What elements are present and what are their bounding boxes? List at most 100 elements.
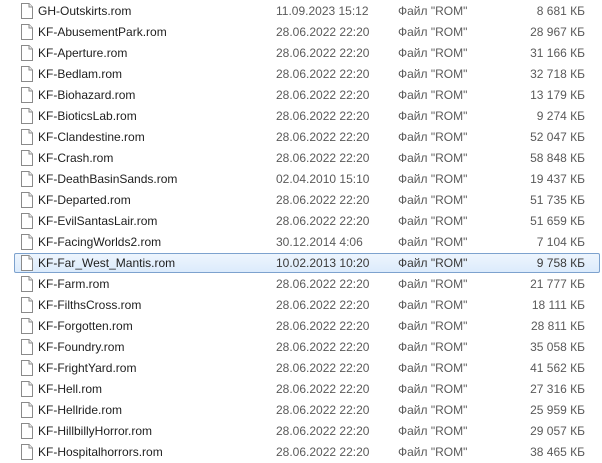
blank-file-icon [21,150,33,166]
file-size: 41 562 КБ [530,361,585,375]
file-date-modified: 28.06.2022 22:20 [276,46,370,60]
file-size: 9 758 КБ [536,256,585,270]
file-type: Файл "ROM" [398,88,468,102]
file-date-modified: 02.04.2010 15:10 [276,172,370,186]
file-name: KF-Hospitalhorrors.rom [38,445,163,459]
file-size: 29 057 КБ [530,424,585,438]
file-date-modified: 30.12.2014 4:06 [276,235,363,249]
file-row[interactable]: KF-Bedlam.rom 28.06.2022 22:20 Файл "ROM… [0,64,602,85]
file-row[interactable]: KF-EvilSantasLair.rom 28.06.2022 22:20 Ф… [0,211,602,232]
file-row[interactable]: KF-Crash.rom 28.06.2022 22:20 Файл "ROM"… [0,148,602,169]
file-row[interactable]: KF-Foundry.rom 28.06.2022 22:20 Файл "RO… [0,337,602,358]
file-type: Файл "ROM" [398,361,468,375]
file-size: 8 681 КБ [536,4,585,18]
file-name: KF-Bedlam.rom [38,67,123,81]
file-name: KF-Foundry.rom [38,340,125,354]
file-name: KF-DeathBasinSands.rom [38,172,178,186]
file-type: Файл "ROM" [398,256,468,270]
file-date-modified: 28.06.2022 22:20 [276,25,370,39]
blank-file-icon [21,66,33,82]
file-name: KF-AbusementPark.rom [38,25,167,39]
file-row[interactable]: KF-Hospitalhorrors.rom 28.06.2022 22:20 … [0,442,602,463]
file-row[interactable]: GH-Outskirts.rom 11.09.2023 15:12 Файл "… [0,1,602,22]
blank-file-icon [21,276,33,292]
file-date-modified: 28.06.2022 22:20 [276,277,370,291]
file-size: 28 967 КБ [530,25,585,39]
file-row[interactable]: KF-BioticsLab.rom 28.06.2022 22:20 Файл … [0,106,602,127]
file-name: KF-Hell.rom [38,382,103,396]
file-name: KF-Forgotten.rom [38,319,133,333]
file-row[interactable]: KF-Biohazard.rom 28.06.2022 22:20 Файл "… [0,85,602,106]
file-type: Файл "ROM" [398,424,468,438]
file-date-modified: 28.06.2022 22:20 [276,193,370,207]
file-name: KF-FrightYard.rom [38,361,137,375]
file-size: 51 735 КБ [530,193,585,207]
file-name: KF-Clandestine.rom [38,130,145,144]
file-row[interactable]: KF-Forgotten.rom 28.06.2022 22:20 Файл "… [0,316,602,337]
file-name: KF-BioticsLab.rom [38,109,137,123]
file-size: 31 166 КБ [530,46,585,60]
file-type: Файл "ROM" [398,67,468,81]
file-type: Файл "ROM" [398,403,468,417]
file-type: Файл "ROM" [398,46,468,60]
file-type: Файл "ROM" [398,214,468,228]
blank-file-icon [21,360,33,376]
file-row[interactable]: KF-HillbillyHorror.rom 28.06.2022 22:20 … [0,421,602,442]
file-type: Файл "ROM" [398,193,468,207]
blank-file-icon [21,87,33,103]
file-name: KF-Departed.rom [38,193,131,207]
file-type: Файл "ROM" [398,382,468,396]
file-type: Файл "ROM" [398,277,468,291]
file-date-modified: 28.06.2022 22:20 [276,214,370,228]
file-row[interactable]: KF-Farm.rom 28.06.2022 22:20 Файл "ROM" … [0,274,602,295]
file-row[interactable]: KF-DeathBasinSands.rom 02.04.2010 15:10 … [0,169,602,190]
file-date-modified: 28.06.2022 22:20 [276,424,370,438]
blank-file-icon [21,339,33,355]
file-type: Файл "ROM" [398,25,468,39]
file-row[interactable]: KF-FilthsCross.rom 28.06.2022 22:20 Файл… [0,295,602,316]
file-name: KF-Biohazard.rom [38,88,136,102]
file-name: KF-HillbillyHorror.rom [38,424,153,438]
file-date-modified: 11.09.2023 15:12 [276,4,369,18]
file-size: 28 811 КБ [530,319,585,333]
file-row[interactable]: KF-Aperture.rom 28.06.2022 22:20 Файл "R… [0,43,602,64]
file-name: GH-Outskirts.rom [38,4,132,18]
file-row[interactable]: KF-Hellride.rom 28.06.2022 22:20 Файл "R… [0,400,602,421]
file-size: 38 465 КБ [530,445,585,459]
file-row[interactable]: KF-AbusementPark.rom 28.06.2022 22:20 Фа… [0,22,602,43]
blank-file-icon [21,255,33,271]
file-row[interactable]: KF-Far_West_Mantis.rom 10.02.2013 10:20 … [0,253,602,274]
blank-file-icon [21,381,33,397]
blank-file-icon [21,402,33,418]
file-row[interactable]: KF-Clandestine.rom 28.06.2022 22:20 Файл… [0,127,602,148]
file-row[interactable]: KF-Hell.rom 28.06.2022 22:20 Файл "ROM" … [0,379,602,400]
blank-file-icon [21,234,33,250]
blank-file-icon [21,318,33,334]
file-name: KF-Crash.rom [38,151,114,165]
blank-file-icon [21,444,33,460]
file-size: 27 316 КБ [530,382,585,396]
file-name: KF-Far_West_Mantis.rom [38,256,176,270]
blank-file-icon [21,213,33,229]
file-type: Файл "ROM" [398,4,468,18]
file-date-modified: 28.06.2022 22:20 [276,382,370,396]
file-date-modified: 28.06.2022 22:20 [276,340,370,354]
file-row[interactable]: KF-Departed.rom 28.06.2022 22:20 Файл "R… [0,190,602,211]
file-type: Файл "ROM" [398,172,468,186]
file-row[interactable]: KF-FrightYard.rom 28.06.2022 22:20 Файл … [0,358,602,379]
file-size: 18 111 КБ [531,298,585,312]
file-type: Файл "ROM" [398,235,468,249]
file-size: 19 437 КБ [530,172,585,186]
blank-file-icon [21,108,33,124]
file-size: 58 848 КБ [530,151,585,165]
file-type: Файл "ROM" [398,109,468,123]
file-size: 9 274 КБ [536,109,585,123]
file-date-modified: 28.06.2022 22:20 [276,67,370,81]
blank-file-icon [21,171,33,187]
file-date-modified: 28.06.2022 22:20 [276,361,370,375]
file-row[interactable]: KF-FacingWorlds2.rom 30.12.2014 4:06 Фай… [0,232,602,253]
file-type: Файл "ROM" [398,298,468,312]
file-date-modified: 28.06.2022 22:20 [276,298,370,312]
file-size: 21 777 КБ [530,277,585,291]
file-type: Файл "ROM" [398,151,468,165]
